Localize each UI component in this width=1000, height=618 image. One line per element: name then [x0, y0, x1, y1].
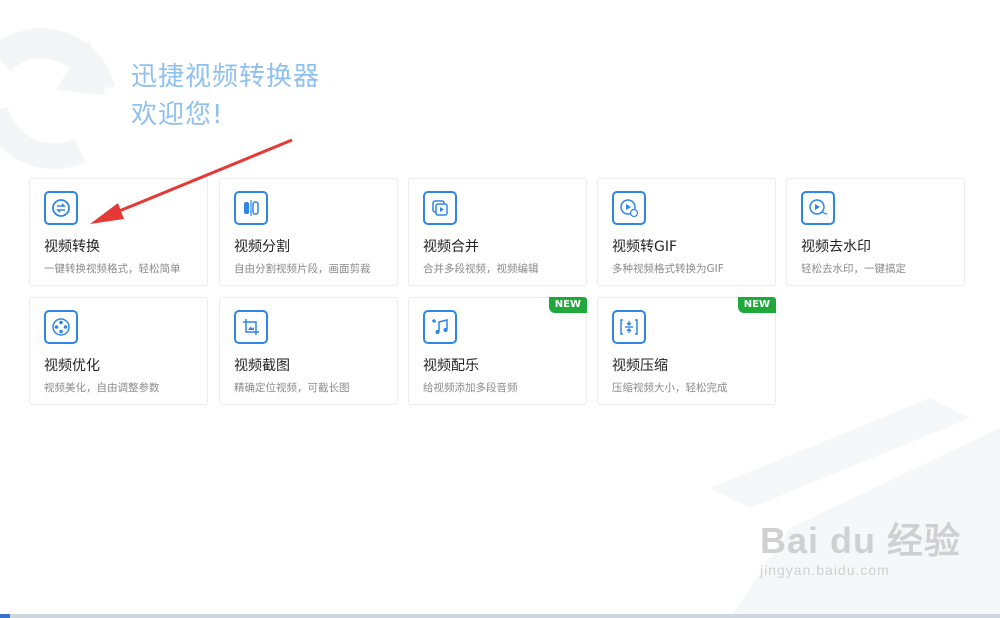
welcome-heading: 迅捷视频转换器 欢迎您! [131, 58, 320, 134]
card-title: 视频去水印 [801, 239, 871, 255]
bottom-status-bar [0, 614, 1000, 618]
split-icon [234, 191, 268, 225]
merge-icon [423, 191, 457, 225]
welcome-message: 欢迎您! [131, 100, 224, 130]
background-corner-shape [710, 398, 1000, 618]
card-description: 压缩视频大小，轻松完成 [612, 382, 728, 394]
card-description: 自由分割视频片段，画面剪裁 [234, 263, 371, 275]
new-badge: NEW [548, 297, 587, 313]
film-reel-icon [44, 310, 78, 344]
card-description: 合并多段视频，视频编辑 [423, 263, 539, 275]
card-description: 一键转换视频格式，轻松简单 [44, 263, 181, 275]
card-description: 视频美化，自由调整参数 [44, 382, 160, 394]
card-description: 精确定位视频，可截长图 [234, 382, 350, 394]
card-video-screenshot[interactable]: 视频截图 精确定位视频，可截长图 [219, 297, 398, 405]
card-video-convert[interactable]: 视频转换 一键转换视频格式，轻松简单 [29, 178, 208, 286]
baidu-watermark: Bai du 经验 jingyan.baidu.com [760, 512, 961, 578]
watermark-main: Bai du 经验 [760, 520, 962, 561]
card-description: 多种视频格式转换为GIF [612, 263, 724, 275]
watermark-remove-icon [801, 191, 835, 225]
card-title: 视频配乐 [423, 358, 479, 374]
card-video-compress[interactable]: NEW 视频压缩 压缩视频大小，轻松完成 [597, 297, 776, 405]
card-title: 视频转换 [44, 239, 100, 255]
card-title: 视频转GIF [612, 239, 678, 255]
card-title: 视频分割 [234, 239, 290, 255]
bottom-bar-indicator [0, 614, 10, 618]
watermark-sub: jingyan.baidu.com [760, 562, 890, 578]
card-video-split[interactable]: 视频分割 自由分割视频片段，画面剪裁 [219, 178, 398, 286]
card-description: 给视频添加多段音频 [423, 382, 518, 394]
card-title: 视频合并 [423, 239, 479, 255]
card-video-merge[interactable]: 视频合并 合并多段视频，视频编辑 [408, 178, 587, 286]
compress-icon [612, 310, 646, 344]
card-title: 视频优化 [44, 358, 100, 374]
card-video-to-gif[interactable]: 视频转GIF 多种视频格式转换为GIF [597, 178, 776, 286]
card-description: 轻松去水印，一键搞定 [801, 263, 906, 275]
background-logo-icon [0, 28, 115, 170]
new-badge: NEW [737, 297, 776, 313]
gif-icon [612, 191, 646, 225]
music-icon [423, 310, 457, 344]
card-title: 视频截图 [234, 358, 290, 374]
app-name: 迅捷视频转换器 [131, 62, 321, 92]
card-video-remove-watermark[interactable]: 视频去水印 轻松去水印，一键搞定 [786, 178, 965, 286]
card-title: 视频压缩 [612, 358, 668, 374]
card-video-music[interactable]: NEW 视频配乐 给视频添加多段音频 [408, 297, 587, 405]
convert-icon [44, 191, 78, 225]
screenshot-icon [234, 310, 268, 344]
card-video-optimize[interactable]: 视频优化 视频美化，自由调整参数 [29, 297, 208, 405]
